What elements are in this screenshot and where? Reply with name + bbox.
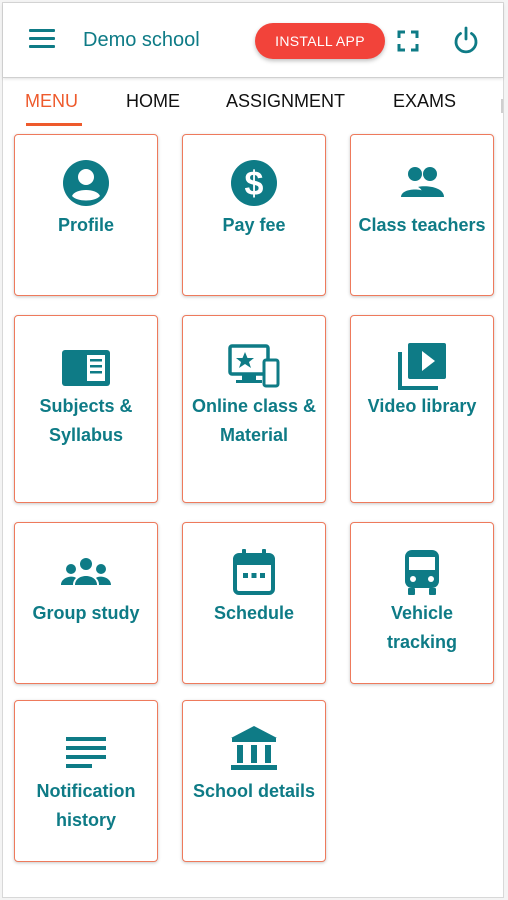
tile-label: Pay fee xyxy=(222,215,286,235)
tile-online-class[interactable]: Online class & Material xyxy=(182,315,326,503)
power-icon[interactable] xyxy=(451,25,481,55)
tile-label: Vehicle tracking xyxy=(386,603,458,652)
fullscreen-icon[interactable] xyxy=(397,30,419,52)
tab-assignment[interactable]: ASSIGNMENT xyxy=(226,91,345,112)
tile-label: Class teachers xyxy=(358,215,486,235)
group-icon xyxy=(61,558,111,585)
tile-label: Subjects & Syllabus xyxy=(39,396,133,445)
online-class-icon xyxy=(228,344,280,388)
tile-profile[interactable]: Profile xyxy=(14,134,158,296)
tile-label: Notification history xyxy=(36,781,136,830)
hamburger-menu-icon[interactable] xyxy=(29,29,55,49)
tile-subjects-syllabus[interactable]: Subjects & Syllabus xyxy=(14,315,158,503)
tab-menu[interactable]: MENU xyxy=(25,91,78,112)
notes-icon xyxy=(66,737,106,768)
school-name: Demo school xyxy=(83,29,200,51)
tile-pay-fee[interactable]: $ Pay fee xyxy=(182,134,326,296)
active-tab-indicator xyxy=(26,123,82,126)
tile-group-study[interactable]: Group study xyxy=(14,522,158,684)
tile-school-details[interactable]: School details xyxy=(182,700,326,862)
tab-home[interactable]: HOME xyxy=(126,91,180,112)
tile-schedule[interactable]: Schedule xyxy=(182,522,326,684)
tile-vehicle-tracking[interactable]: Vehicle tracking xyxy=(350,522,494,684)
calendar-icon xyxy=(233,549,275,595)
app-bar: Demo school INSTALL APP xyxy=(3,3,503,78)
tile-class-teachers[interactable]: Class teachers xyxy=(350,134,494,296)
video-library-icon xyxy=(398,343,446,390)
profile-icon xyxy=(63,160,109,206)
bus-icon xyxy=(405,550,439,595)
tab-exams[interactable]: EXAMS xyxy=(393,91,456,112)
book-icon xyxy=(62,350,110,386)
app-frame: Demo school INSTALL APP MENU HOME ASSIGN… xyxy=(2,2,504,898)
school-building-icon xyxy=(231,726,277,770)
tile-label: Online class & Material xyxy=(191,396,317,445)
tile-label: Group study xyxy=(32,603,140,623)
install-app-button[interactable]: INSTALL APP xyxy=(255,23,385,59)
tile-notification-history[interactable]: Notification history xyxy=(14,700,158,862)
people-icon xyxy=(401,167,444,197)
tile-label: Schedule xyxy=(213,603,295,623)
dollar-icon: $ xyxy=(231,160,277,206)
tab-scroll-edge xyxy=(501,99,503,113)
tile-video-library[interactable]: Video library xyxy=(350,315,494,503)
tile-label: School details xyxy=(192,781,316,801)
svg-text:$: $ xyxy=(245,165,264,203)
tile-label: Profile xyxy=(57,215,114,235)
tile-label: Video library xyxy=(367,396,477,416)
